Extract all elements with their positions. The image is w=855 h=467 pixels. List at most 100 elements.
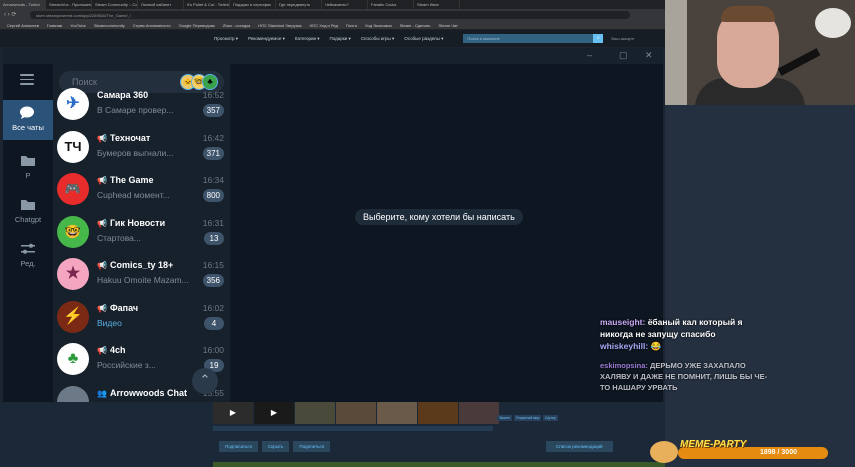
folder-tab[interactable]: Р bbox=[3, 148, 53, 186]
chat-preview: Cuphead момент... bbox=[97, 190, 170, 200]
steam-action-button[interactable]: Скрыть bbox=[261, 441, 290, 452]
stream-chat-message: mauseight: ёбаный кал который я никогда … bbox=[600, 316, 772, 340]
steam-nav-item[interactable]: Подарки ▾ bbox=[330, 36, 351, 42]
bookmark-item[interactable]: Сергей Алексеев bbox=[3, 20, 43, 29]
chat-avatar: 🤓 bbox=[57, 215, 89, 248]
browser-tab[interactable]: Arrowwoods - Twitch bbox=[0, 0, 46, 9]
chat-preview: Стартова... bbox=[97, 232, 141, 243]
chat-row[interactable]: ТЧ 📢 Техночат 16:42 Бумеров выгнали... 371 bbox=[53, 126, 230, 169]
bookmark-item[interactable]: НПС Ход и Ред bbox=[306, 20, 342, 29]
steam-action-button[interactable]: Поделиться bbox=[293, 441, 331, 452]
webcam-feed bbox=[665, 0, 855, 105]
screenshot-thumbnail[interactable] bbox=[336, 402, 376, 424]
screenshot-thumbnail[interactable] bbox=[295, 402, 335, 424]
chat-list: Поиск 🐱 🤓 ♣ ✈ Самара 360 16:52 В Самаре про… bbox=[53, 64, 230, 402]
unread-badge: 371 bbox=[202, 146, 224, 160]
maximize-icon[interactable]: ▢ bbox=[619, 50, 628, 61]
browser-tab[interactable]: Fanatic Cocks bbox=[368, 0, 414, 9]
steam-nav-item[interactable]: Просмотр ▾ bbox=[214, 36, 238, 42]
browser-tab[interactable]: Steam Ивсе bbox=[414, 0, 460, 9]
chat-row[interactable]: ✈ Самара 360 16:52 В Самаре провер... 357 bbox=[53, 83, 230, 126]
steam-search-input[interactable]: Поиск в магазине bbox=[463, 34, 594, 43]
steam-store-nav: Просмотр ▾ Рекомендуемое ▾ Категории ▾ Пода… bbox=[214, 36, 453, 42]
meme-party-widget: MEME-PARTY 1898 / 3000 bbox=[650, 439, 832, 463]
chat-username: whiskeyhill: bbox=[600, 341, 651, 351]
steam-nav-item[interactable]: Категории ▾ bbox=[295, 36, 320, 42]
folder-label: Р bbox=[25, 171, 31, 180]
channel-icon: 📢 bbox=[97, 133, 107, 143]
bookmark-item[interactable]: Steamcommunity bbox=[90, 20, 129, 29]
steam-nav-item[interactable]: Рекомендуемое ▾ bbox=[248, 36, 285, 42]
minimize-icon[interactable]: – bbox=[587, 50, 592, 60]
channel-icon: 📢 bbox=[97, 176, 107, 185]
chat-name-text: Фапач bbox=[109, 302, 139, 313]
bookmark-item[interactable]: Главная bbox=[43, 20, 66, 29]
chat-name: 📢 Гик Новости bbox=[97, 218, 197, 228]
steam-nav-item[interactable]: Особые разделы ▾ bbox=[404, 36, 443, 42]
chat-row[interactable]: 🎮 📢 The Game 16:34 Cuphead момент... 800 bbox=[53, 168, 230, 211]
folder-label: Chatgpt bbox=[14, 215, 42, 224]
doge-icon bbox=[650, 441, 678, 463]
bookmark-item[interactable]: Steam - Сделать bbox=[396, 20, 435, 29]
scroll-up-button[interactable]: ⌃ bbox=[192, 368, 218, 394]
chat-row[interactable]: ★ 📢 Comics_ty 18+ 16:15 Hakuu Omoite Mazam..… bbox=[53, 253, 230, 296]
back-forward-icons[interactable]: ‹ › ⟳ bbox=[4, 11, 16, 18]
bookmark-item[interactable]: Стрим Анонимности bbox=[129, 20, 175, 29]
browser-tab[interactable]: It's Pullet & Cut - Twitch bbox=[184, 0, 230, 9]
video-thumbnail[interactable] bbox=[213, 402, 253, 424]
chat-row[interactable]: 🤓 📢 Гик Новости 16:31 Стартова... 13 bbox=[53, 211, 230, 254]
chat-preview: В Самаре провер... bbox=[97, 105, 174, 115]
game-tag[interactable]: Открытый мир bbox=[513, 415, 542, 421]
unread-badge: 356 bbox=[202, 274, 224, 287]
browser-tab[interactable]: Подарки и сертифик bbox=[230, 0, 276, 9]
empty-state-message: Выберите, кому хотели бы написать bbox=[355, 209, 523, 225]
bookmark-item[interactable]: Почта bbox=[342, 20, 361, 29]
browser-tab[interactable]: Где передвинуть bbox=[276, 0, 322, 9]
queue-button[interactable]: Список рекомендаций bbox=[546, 441, 613, 452]
search-icon[interactable]: ⌕ bbox=[593, 34, 604, 43]
screenshot-thumbnail[interactable] bbox=[418, 402, 458, 424]
bookmark-item[interactable]: НПС Standard Загрузка bbox=[254, 20, 305, 29]
edit-sliders-icon bbox=[3, 242, 53, 255]
folder-tab[interactable]: Все чаты bbox=[3, 100, 53, 140]
game-tag[interactable]: Шутер bbox=[543, 415, 558, 421]
screenshot-thumbnail[interactable] bbox=[459, 402, 499, 424]
channel-icon: 👥 bbox=[97, 388, 107, 398]
chat-text: 😂 bbox=[650, 341, 662, 351]
bookmark-item[interactable]: Steam Чат bbox=[435, 20, 462, 29]
browser-tab[interactable]: Личный кабинет bbox=[138, 0, 184, 9]
game-tag[interactable]: Экшен bbox=[497, 415, 512, 421]
unread-badge: 357 bbox=[202, 104, 224, 117]
screenshot-thumbnail[interactable] bbox=[377, 402, 417, 424]
screenshot-scrollbar[interactable] bbox=[213, 426, 493, 431]
chat-name: 📢 4ch bbox=[97, 345, 197, 355]
chat-username: eskimopsina: bbox=[600, 361, 651, 370]
address-bar[interactable]: store.steampowered.com/app/2289530/The_G… bbox=[30, 10, 630, 19]
bookmark-item[interactable]: Ход Экономии bbox=[361, 20, 396, 29]
steam-account-link[interactable]: Ваш аккаунт bbox=[611, 36, 634, 41]
chat-avatar: ♣ bbox=[57, 343, 89, 375]
browser-tab[interactable]: Steam Community :: Co bbox=[92, 0, 138, 9]
stream-chat-message: whiskeyhill: 😂 bbox=[600, 340, 772, 352]
browser-toolbar: ‹ › ⟳ store.steampowered.com/app/2289530… bbox=[0, 9, 665, 20]
hamburger-menu-icon[interactable] bbox=[20, 74, 34, 85]
chat-name: 📢 Фапач bbox=[97, 303, 197, 313]
video-thumbnail[interactable] bbox=[254, 402, 294, 424]
screen: Arrowwoods - Twitch StreamVox - Приложени… bbox=[0, 0, 855, 467]
bookmark-item[interactable]: Zhao - соседка bbox=[219, 20, 254, 29]
chat-avatar: ⚡ bbox=[57, 300, 89, 333]
chat-avatar: 🎮 bbox=[57, 173, 89, 205]
chat-avatar: ★ bbox=[57, 258, 89, 290]
browser-tab[interactable]: Чейкасвить? bbox=[322, 0, 368, 9]
screenshot-strip bbox=[213, 402, 500, 424]
close-icon[interactable]: ✕ bbox=[645, 50, 653, 61]
steam-nav-item[interactable]: Способы игры ▾ bbox=[361, 36, 394, 42]
folder-tab[interactable]: Ред. bbox=[3, 236, 53, 274]
chat-row[interactable]: ⚡ 📢 Фапач 16:02 Видео 4 bbox=[53, 296, 230, 339]
folder-tab[interactable]: Chatgpt bbox=[3, 192, 53, 230]
browser-tab[interactable]: StreamVox - Приложение bbox=[46, 0, 92, 9]
stream-chat-message: eskimopsina: ДЕРЬМО УЖЕ ЗАХАПАЛО ХАЛЯВУ … bbox=[600, 360, 772, 393]
bookmark-item[interactable]: YouTube bbox=[66, 20, 90, 29]
bookmark-item[interactable]: Google Переводчик bbox=[175, 20, 219, 29]
steam-action-button[interactable]: Подписаться bbox=[219, 441, 258, 452]
